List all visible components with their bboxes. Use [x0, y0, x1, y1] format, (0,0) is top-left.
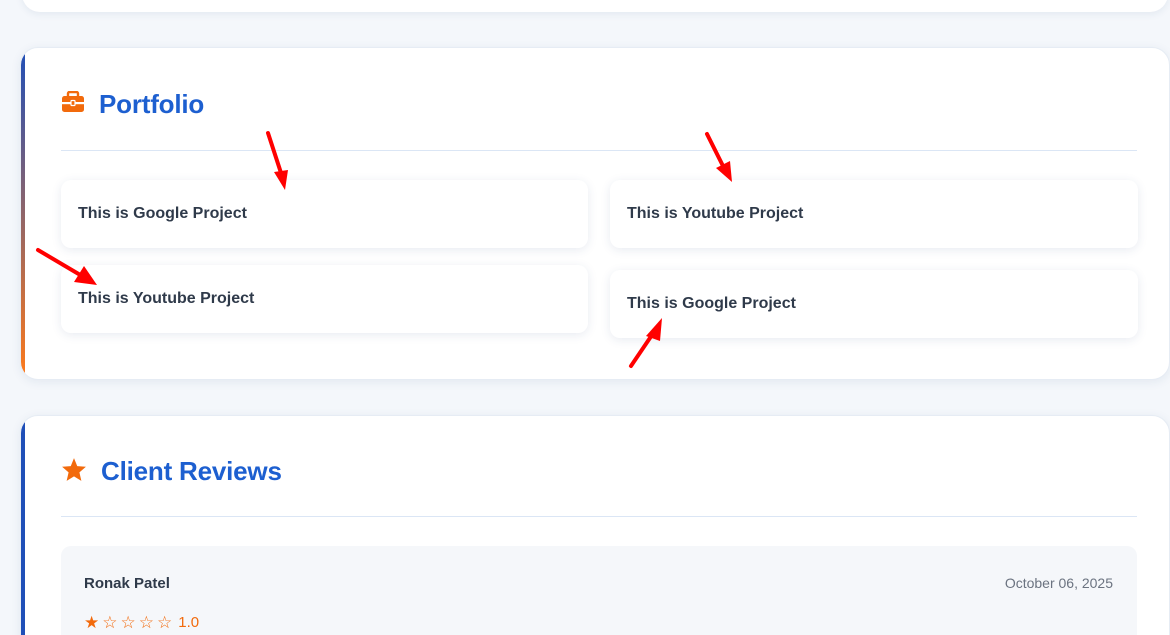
- project-title: This is Youtube Project: [78, 290, 255, 307]
- client-reviews-card: Client Reviews Ronak Patel October 06, 2…: [20, 415, 1170, 635]
- star-filled-icon: ★: [84, 613, 100, 632]
- rating-stars: ★ ☆ ☆ ☆ ☆ 1.0: [84, 614, 199, 631]
- portfolio-title: Portfolio: [99, 89, 205, 119]
- project-title: This is Google Project: [78, 205, 247, 222]
- reviews-divider: [61, 516, 1137, 517]
- annotation-arrow-icon: [705, 132, 732, 182]
- portfolio-divider: [61, 150, 1137, 151]
- rating-value: 1.0: [178, 614, 200, 631]
- star-icon: [61, 457, 87, 487]
- project-card-youtube-2[interactable]: This is Youtube Project: [61, 265, 588, 333]
- reviews-title: Client Reviews: [101, 456, 282, 486]
- annotation-arrow-icon: [266, 131, 288, 190]
- annotation-arrow-icon: [629, 318, 662, 368]
- briefcase-icon: [61, 90, 85, 118]
- reviews-header: Client Reviews: [61, 456, 282, 487]
- star-outline-icon: ☆: [102, 613, 118, 632]
- portfolio-header: Portfolio: [61, 89, 204, 120]
- project-title: This is Google Project: [627, 295, 796, 312]
- portfolio-card: Portfolio This is Google Project This is…: [20, 47, 1170, 380]
- project-card-youtube-1[interactable]: This is Youtube Project: [610, 180, 1138, 248]
- page: Portfolio This is Google Project This is…: [0, 0, 1170, 635]
- star-outline-icon: ☆: [157, 613, 173, 632]
- star-outline-icon: ☆: [120, 613, 136, 632]
- previous-section-card: [22, 0, 1168, 12]
- annotation-arrow-icon: [36, 248, 97, 285]
- reviewer-name: Ronak Patel: [84, 575, 170, 592]
- project-title: This is Youtube Project: [627, 205, 804, 222]
- star-outline-icon: ☆: [138, 613, 154, 632]
- project-card-google-1[interactable]: This is Google Project: [61, 180, 588, 248]
- review-date: October 06, 2025: [1004, 575, 1113, 591]
- review-item: Ronak Patel October 06, 2025 ★ ☆ ☆ ☆ ☆ 1…: [61, 546, 1137, 635]
- project-card-google-2[interactable]: This is Google Project: [610, 270, 1138, 338]
